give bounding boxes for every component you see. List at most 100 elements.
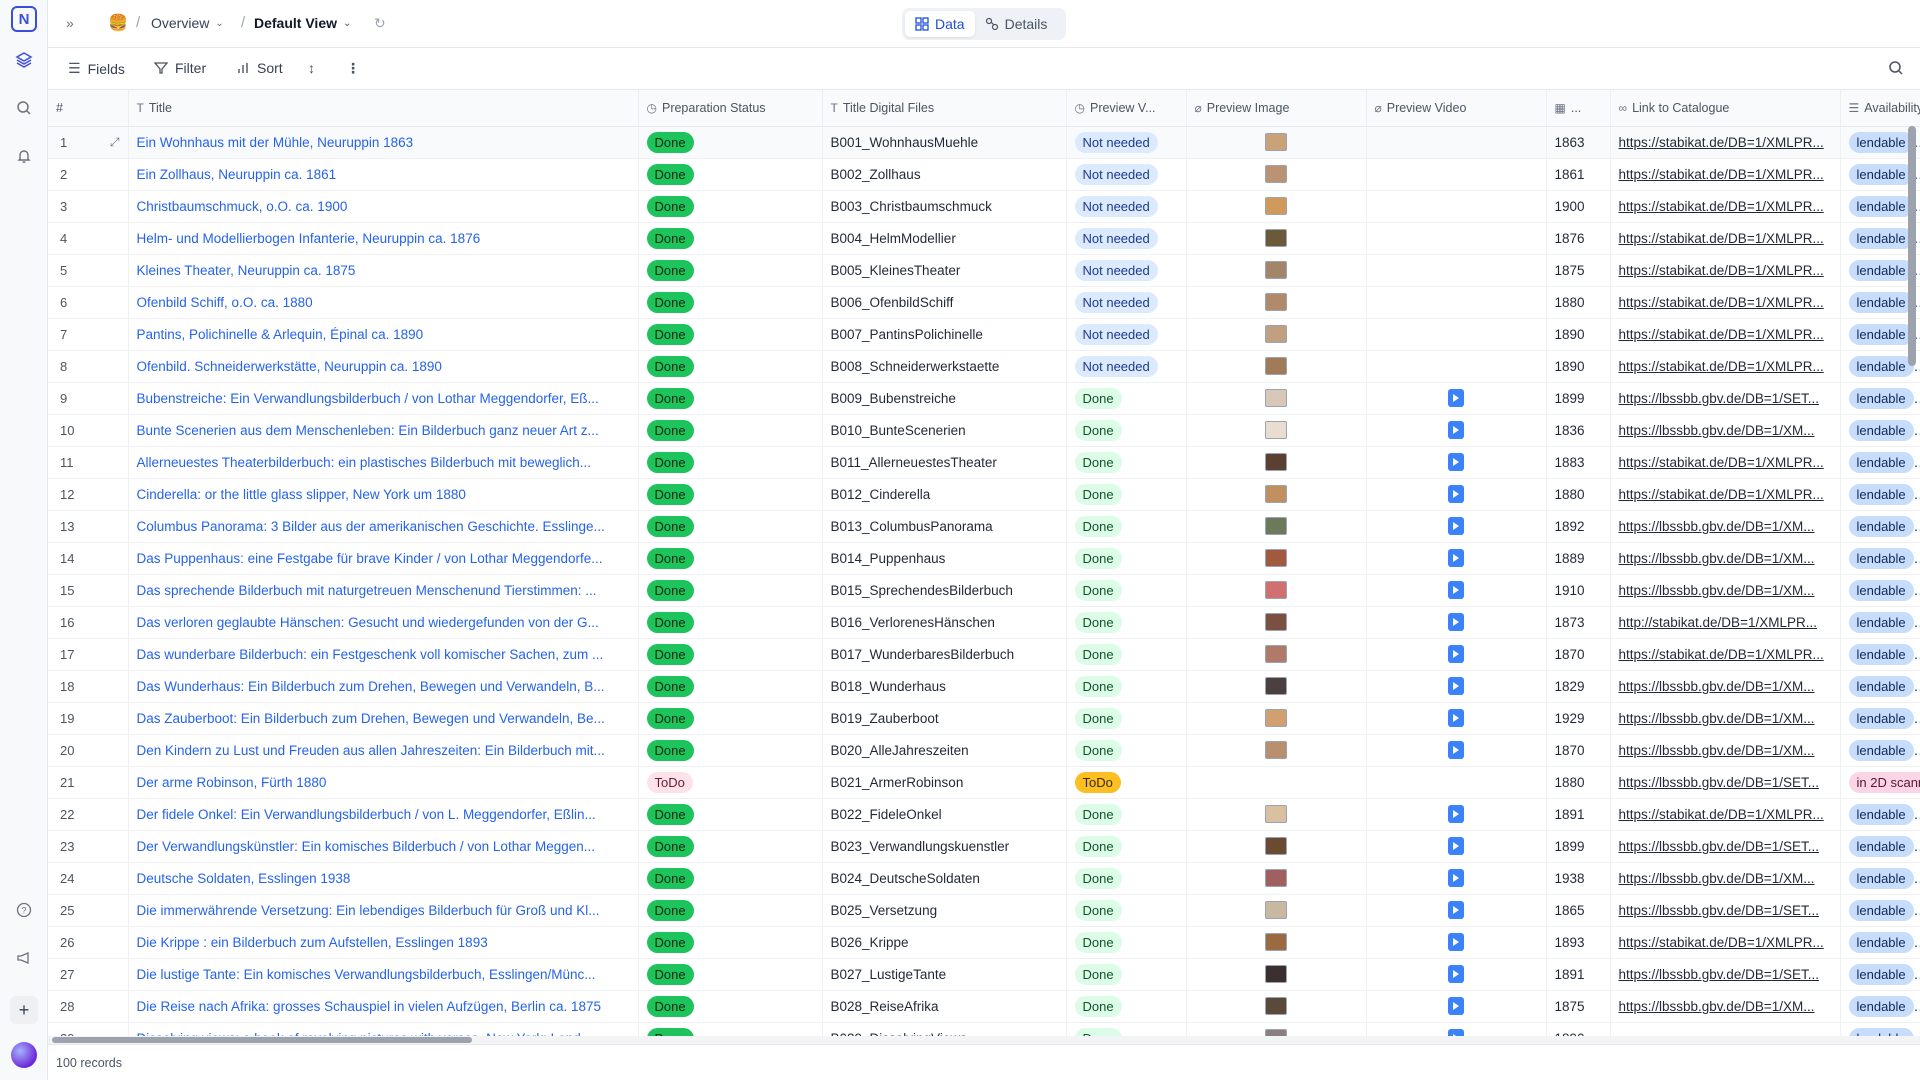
- column-header-year[interactable]: ▦...: [1546, 90, 1611, 127]
- year-cell[interactable]: 1861: [1546, 158, 1611, 191]
- title-cell[interactable]: Den Kindern zu Lust und Freuden aus alle…: [128, 734, 639, 767]
- preview-video-cell[interactable]: [1366, 446, 1547, 479]
- preview-video-cell[interactable]: [1366, 382, 1547, 415]
- availability-cell[interactable]: lendable: [1840, 734, 1920, 767]
- preview-image-cell[interactable]: [1186, 734, 1367, 767]
- row-number-cell[interactable]: 26: [48, 926, 129, 959]
- title-cell[interactable]: Das Puppenhaus: eine Festgabe für brave …: [128, 542, 639, 575]
- availability-cell[interactable]: lendable: [1840, 542, 1920, 575]
- preview-image-cell[interactable]: [1186, 798, 1367, 831]
- preview-video-cell[interactable]: [1366, 574, 1547, 607]
- catalogue-link-cell[interactable]: https://stabikat.de/DB=1/XMLPR...: [1610, 478, 1841, 511]
- preparation-status-cell[interactable]: Done: [638, 798, 823, 831]
- preparation-status-cell[interactable]: Done: [638, 510, 823, 543]
- catalogue-link-cell[interactable]: https://stabikat.de/DB=1/XMLPR...: [1610, 126, 1841, 159]
- catalogue-link-cell[interactable]: https://lbssbb.gbv.de/DB=1/SET...: [1610, 830, 1841, 863]
- image-thumbnail[interactable]: [1265, 901, 1287, 919]
- video-file-icon[interactable]: [1448, 421, 1464, 439]
- preview-v-cell[interactable]: Done: [1066, 382, 1187, 415]
- image-thumbnail[interactable]: [1265, 869, 1287, 887]
- preview-v-cell[interactable]: Not needed: [1066, 318, 1187, 351]
- column-header-preview-video[interactable]: ⌀ Preview Video: [1366, 90, 1547, 127]
- video-file-icon[interactable]: [1448, 645, 1464, 663]
- video-file-icon[interactable]: [1448, 709, 1464, 727]
- digital-file-cell[interactable]: B002_Zollhaus: [822, 158, 1067, 191]
- preview-video-cell[interactable]: [1366, 958, 1547, 991]
- preview-image-cell[interactable]: [1186, 638, 1367, 671]
- table-row[interactable]: 26 Die Krippe : ein Bilderbuch zum Aufste…: [48, 926, 1920, 959]
- preview-image-cell[interactable]: [1186, 446, 1367, 479]
- year-cell[interactable]: 1880: [1546, 286, 1611, 319]
- row-number-cell[interactable]: 14: [48, 542, 129, 575]
- preview-v-cell[interactable]: Not needed: [1066, 190, 1187, 223]
- digital-file-cell[interactable]: B026_Krippe: [822, 926, 1067, 959]
- catalogue-link-cell[interactable]: https://lbssbb.gbv.de/DB=1/XM...: [1610, 670, 1841, 703]
- table-row[interactable]: 14 Das Puppenhaus: eine Festgabe für brav…: [48, 542, 1920, 575]
- preview-v-cell[interactable]: Done: [1066, 510, 1187, 543]
- catalogue-link-cell[interactable]: https://lbssbb.gbv.de/DB=1/XM...: [1610, 542, 1841, 575]
- year-cell[interactable]: 1893: [1546, 926, 1611, 959]
- preparation-status-cell[interactable]: Done: [638, 414, 823, 447]
- year-cell[interactable]: 1899: [1546, 382, 1611, 415]
- row-number-cell[interactable]: 17: [48, 638, 129, 671]
- preview-image-cell[interactable]: [1186, 382, 1367, 415]
- title-cell[interactable]: Die immerwährende Versetzung: Ein lebend…: [128, 894, 639, 927]
- base-icon[interactable]: 🍔: [108, 13, 128, 33]
- title-cell[interactable]: Christbaumschmuck, o.O. ca. 1900: [128, 190, 639, 223]
- availability-cell[interactable]: lendable: [1840, 926, 1920, 959]
- availability-cell[interactable]: lendable: [1840, 606, 1920, 639]
- filter-button[interactable]: Filter: [154, 60, 206, 76]
- video-file-icon[interactable]: [1448, 869, 1464, 887]
- row-height-icon[interactable]: ↕: [308, 60, 315, 76]
- digital-file-cell[interactable]: B004_HelmModellier: [822, 222, 1067, 255]
- preview-v-cell[interactable]: Not needed: [1066, 158, 1187, 191]
- preview-video-cell[interactable]: [1366, 478, 1547, 511]
- table-row[interactable]: 9 Bubenstreiche: Ein Verwandlungsbilderbu…: [48, 382, 1920, 415]
- preview-video-cell[interactable]: [1366, 126, 1547, 159]
- title-cell[interactable]: Das wunderbare Bilderbuch: ein Festgesch…: [128, 638, 639, 671]
- table-row[interactable]: 12 Cinderella: or the little glass slippe…: [48, 478, 1920, 511]
- table-row[interactable]: 22 Der fidele Onkel: Ein Verwandlungsbild…: [48, 798, 1920, 831]
- table-row[interactable]: 7 Pantins, Polichinelle & Arlequin, Épina…: [48, 318, 1920, 351]
- preparation-status-cell[interactable]: Done: [638, 734, 823, 767]
- vertical-scrollbar[interactable]: [1908, 126, 1916, 366]
- image-thumbnail[interactable]: [1265, 261, 1287, 279]
- catalogue-link-cell[interactable]: http://stabikat.de/DB=1/XMLPR...: [1610, 606, 1841, 639]
- preview-v-cell[interactable]: Not needed: [1066, 222, 1187, 255]
- digital-file-cell[interactable]: B021_ArmerRobinson: [822, 766, 1067, 799]
- image-thumbnail[interactable]: [1265, 133, 1287, 151]
- preview-video-cell[interactable]: [1366, 286, 1547, 319]
- preview-video-cell[interactable]: [1366, 638, 1547, 671]
- preparation-status-cell[interactable]: Done: [638, 286, 823, 319]
- year-cell[interactable]: 1891: [1546, 798, 1611, 831]
- reload-icon[interactable]: ↻: [374, 15, 386, 32]
- preview-video-cell[interactable]: [1366, 766, 1547, 799]
- preview-video-cell[interactable]: [1366, 158, 1547, 191]
- catalogue-link-cell[interactable]: https://stabikat.de/DB=1/XMLPR...: [1610, 318, 1841, 351]
- catalogue-link-cell[interactable]: https://lbssbb.gbv.de/DB=1/XM...: [1610, 510, 1841, 543]
- preview-image-cell[interactable]: [1186, 318, 1367, 351]
- table-row[interactable]: 15 Das sprechende Bilderbuch mit naturget…: [48, 574, 1920, 607]
- year-cell[interactable]: 1865: [1546, 894, 1611, 927]
- preview-v-cell[interactable]: Done: [1066, 926, 1187, 959]
- preview-video-cell[interactable]: [1366, 350, 1547, 383]
- video-file-icon[interactable]: [1448, 741, 1464, 759]
- catalogue-link-cell[interactable]: https://lbssbb.gbv.de/DB=1/XM...: [1610, 862, 1841, 895]
- row-number-cell[interactable]: 3: [48, 190, 129, 223]
- image-thumbnail[interactable]: [1265, 805, 1287, 823]
- row-number-cell[interactable]: 9: [48, 382, 129, 415]
- catalogue-link-cell[interactable]: https://stabikat.de/DB=1/XMLPR...: [1610, 638, 1841, 671]
- year-cell[interactable]: 1910: [1546, 574, 1611, 607]
- title-cell[interactable]: Ofenbild. Schneiderwerkstätte, Neuruppin…: [128, 350, 639, 383]
- bases-icon[interactable]: [12, 48, 36, 72]
- catalogue-link-cell[interactable]: https://stabikat.de/DB=1/XMLPR...: [1610, 350, 1841, 383]
- preview-image-cell[interactable]: [1186, 574, 1367, 607]
- preview-video-cell[interactable]: [1366, 862, 1547, 895]
- catalogue-link-cell[interactable]: https://lbssbb.gbv.de/DB=1/XM...: [1610, 734, 1841, 767]
- preview-v-cell[interactable]: Not needed: [1066, 350, 1187, 383]
- image-thumbnail[interactable]: [1265, 421, 1287, 439]
- preview-video-cell[interactable]: [1366, 542, 1547, 575]
- video-file-icon[interactable]: [1448, 837, 1464, 855]
- title-cell[interactable]: Allerneuestes Theaterbilderbuch: ein pla…: [128, 446, 639, 479]
- preview-v-cell[interactable]: Done: [1066, 798, 1187, 831]
